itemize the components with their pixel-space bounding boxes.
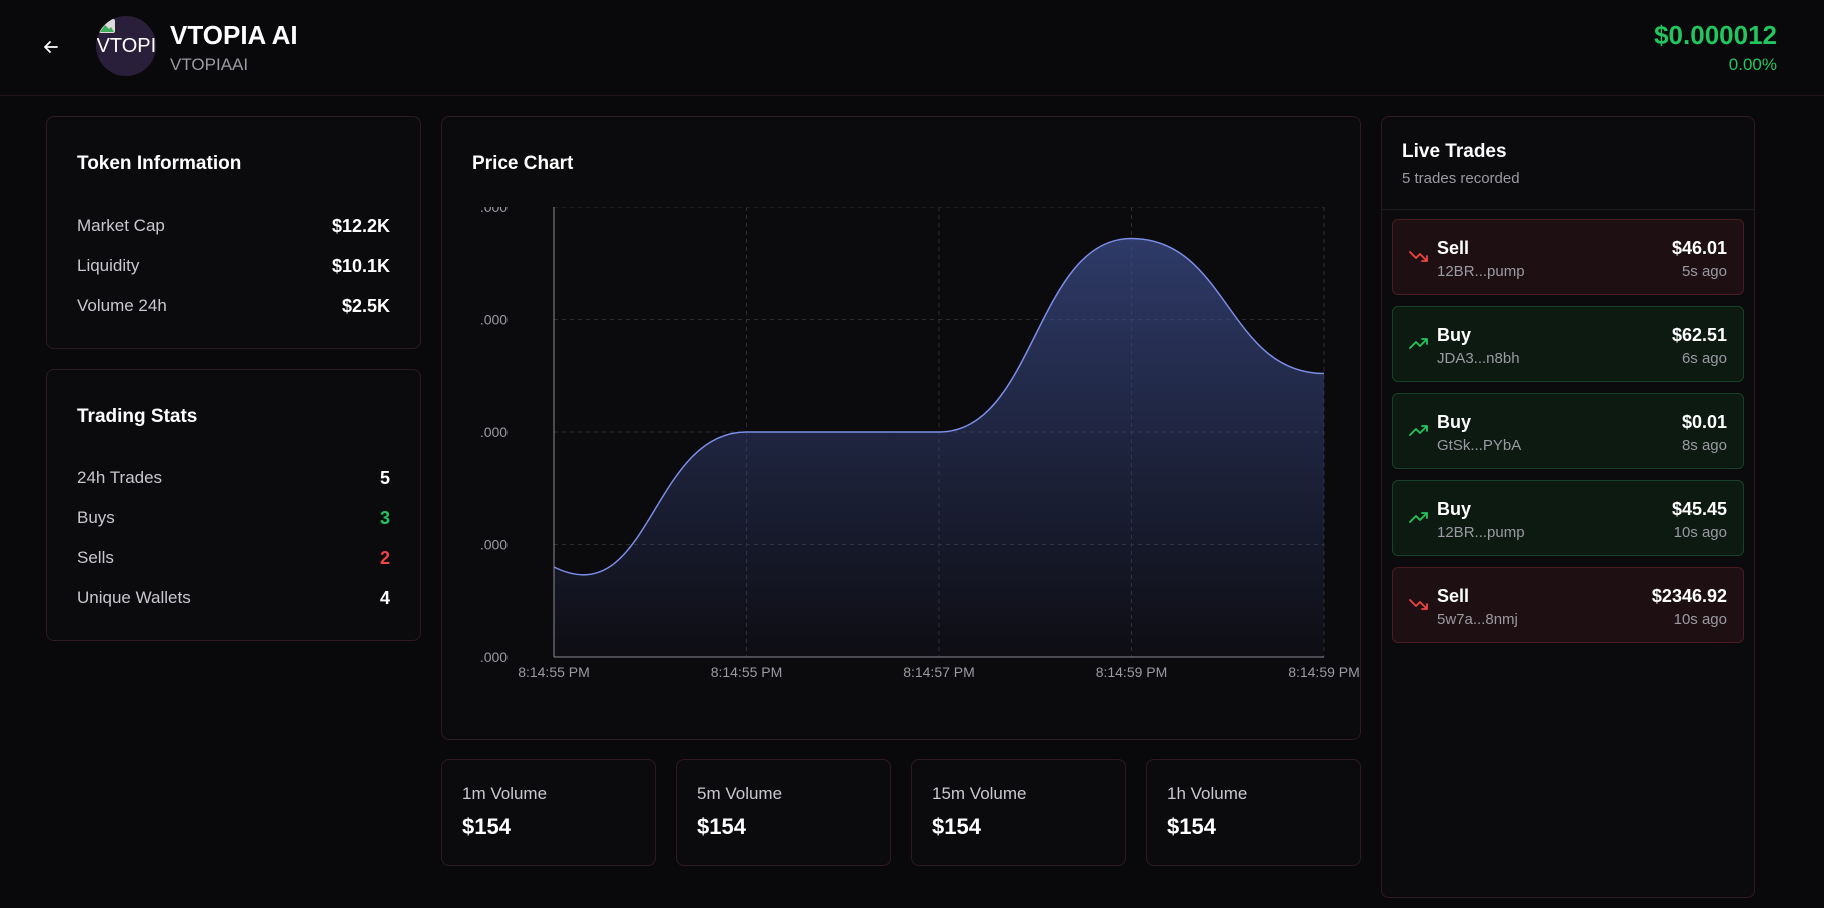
x-tick-label: 8:14:55 PM [711,664,783,680]
trading-stats-card: Trading Stats 24h Trades 5 Buys 3 Sells … [46,369,421,641]
volume-card-1m: 1m Volume $154 [441,759,656,866]
row-label: Sells [77,548,114,567]
info-row-market-cap: Market Cap $12.2K [77,213,390,239]
trade-time: 6s ago [1681,350,1727,367]
x-tick-label: 8:14:59 PM [1096,664,1168,680]
price-area [554,238,1324,657]
volume-value: $154 [932,814,981,839]
row-value: 3 [379,507,390,528]
back-button[interactable] [36,32,66,62]
card-title: Trading Stats [77,406,198,427]
volume-label: 15m Volume [932,784,1027,803]
trade-type: Buy [1437,325,1472,345]
x-tick-label: 8:14:55 PM [518,664,590,680]
trade-amount: $62.51 [1671,325,1727,345]
trade-item[interactable]: Buy 12BR...pump $45.45 10s ago [1392,480,1744,556]
stats-row-unique-wallets: Unique Wallets 4 [77,585,390,611]
volume-value: $154 [697,814,746,839]
price-chart-card: Price Chart .00001218 .00001218 .00001218.… [441,116,1361,740]
avatar-alt-text: VTOPIA [96,34,157,57]
trade-type: Sell [1437,586,1470,606]
info-row-volume-24h: Volume 24h $2.5K [77,293,390,319]
stats-row-sells: Sells 2 [77,545,390,571]
trending-down-icon [1409,599,1428,610]
trending-up-icon [1409,425,1428,436]
stats-row-24h-trades: 24h Trades 5 [77,465,390,491]
trade-item[interactable]: Sell 5w7a...8nmj $2346.92 10s ago [1392,567,1744,643]
row-value: $10.1K [331,255,390,276]
token-name: VTOPIA AI [170,20,298,50]
row-value: $12.2K [331,215,390,236]
volume-card-1h: 1h Volume $154 [1146,759,1361,866]
info-row-liquidity: Liquidity $10.1K [77,253,390,279]
trade-time: 10s ago [1673,611,1727,628]
trade-wallet: 5w7a...8nmj [1437,611,1518,628]
live-trades-subtitle: 5 trades recorded [1402,170,1520,187]
live-trades-title: Live Trades [1402,141,1507,162]
token-information-card: Token Information Market Cap $12.2K Liqu… [46,116,421,349]
y-tick-label: .00001218 [480,207,546,215]
token-price: $0.000012 [1654,20,1777,50]
trade-amount: $2346.92 [1651,586,1727,606]
trade-item[interactable]: Buy GtSk...PYbA $0.01 8s ago [1392,393,1744,469]
y-tick-label: .00001218 [480,537,546,553]
x-tick-label: 8:14:57 PM [903,664,975,680]
volume-label: 5m Volume [697,784,783,803]
trade-time: 5s ago [1681,263,1727,280]
trade-wallet: 12BR...pump [1437,524,1525,541]
trade-item[interactable]: Buy JDA3...n8bh $62.51 6s ago [1392,306,1744,382]
page-header: VTOPIA VTOPIA AI VTOPIAAI $0.000012 0.00… [0,0,1824,96]
live-trades-panel: Live Trades 5 trades recorded Sell 12BR.… [1381,116,1755,898]
trade-item[interactable]: Sell 12BR...pump $46.01 5s ago [1392,219,1744,295]
token-symbol: VTOPIAAI [170,55,249,74]
trade-type: Buy [1437,412,1472,432]
row-label: Market Cap [77,216,165,235]
volume-label: 1m Volume [462,784,548,803]
trending-up-icon [1409,512,1428,523]
row-value: $2.5K [341,295,390,316]
token-avatar: VTOPIA [96,16,156,76]
card-title: Price Chart [472,153,574,174]
trending-down-icon [1409,251,1428,262]
row-label: Buys [77,508,115,527]
price-chart[interactable]: .00001218 .00001218 .00001218 .00001218 .000… [442,207,1360,727]
arrow-left-icon [44,41,58,53]
trade-time: 8s ago [1681,437,1727,454]
row-label: Liquidity [77,256,140,275]
price-change: 0.00% [1728,55,1777,74]
volume-label: 1h Volume [1167,784,1248,803]
divider [1382,209,1754,210]
volume-card-5m: 5m Volume $154 [676,759,891,866]
row-label: Unique Wallets [77,588,191,607]
row-value: 5 [379,467,390,488]
chart-series [553,237,1325,657]
trending-up-icon [1409,338,1428,349]
row-label: Volume 24h [77,296,167,315]
volume-value: $154 [1167,814,1216,839]
trade-wallet: JDA3...n8bh [1437,350,1520,367]
trade-amount: $0.01 [1681,412,1727,432]
trade-wallet: 12BR...pump [1437,263,1525,280]
trade-type: Sell [1437,238,1470,258]
volume-value: $154 [462,814,511,839]
y-tick-label: .00001218 [480,312,546,328]
y-tick-label: .00001218 [480,649,546,665]
trade-time: 10s ago [1673,524,1727,541]
trade-amount: $46.01 [1671,238,1727,258]
row-label: 24h Trades [77,468,163,487]
y-tick-label: .00001218 [480,424,546,440]
trade-wallet: GtSk...PYbA [1437,437,1522,454]
x-tick-label: 8:14:59 PM [1288,664,1360,680]
broken-image-icon [99,19,115,33]
stats-row-buys: Buys 3 [77,505,390,531]
trade-type: Buy [1437,499,1472,519]
volume-card-15m: 15m Volume $154 [911,759,1126,866]
card-title: Token Information [77,153,242,174]
row-value: 2 [379,547,390,568]
row-value: 4 [379,587,390,608]
y-tick-labels: .00001218 .00001218 .00001218 .00001218 .000… [480,207,546,665]
trade-amount: $45.45 [1671,499,1727,519]
